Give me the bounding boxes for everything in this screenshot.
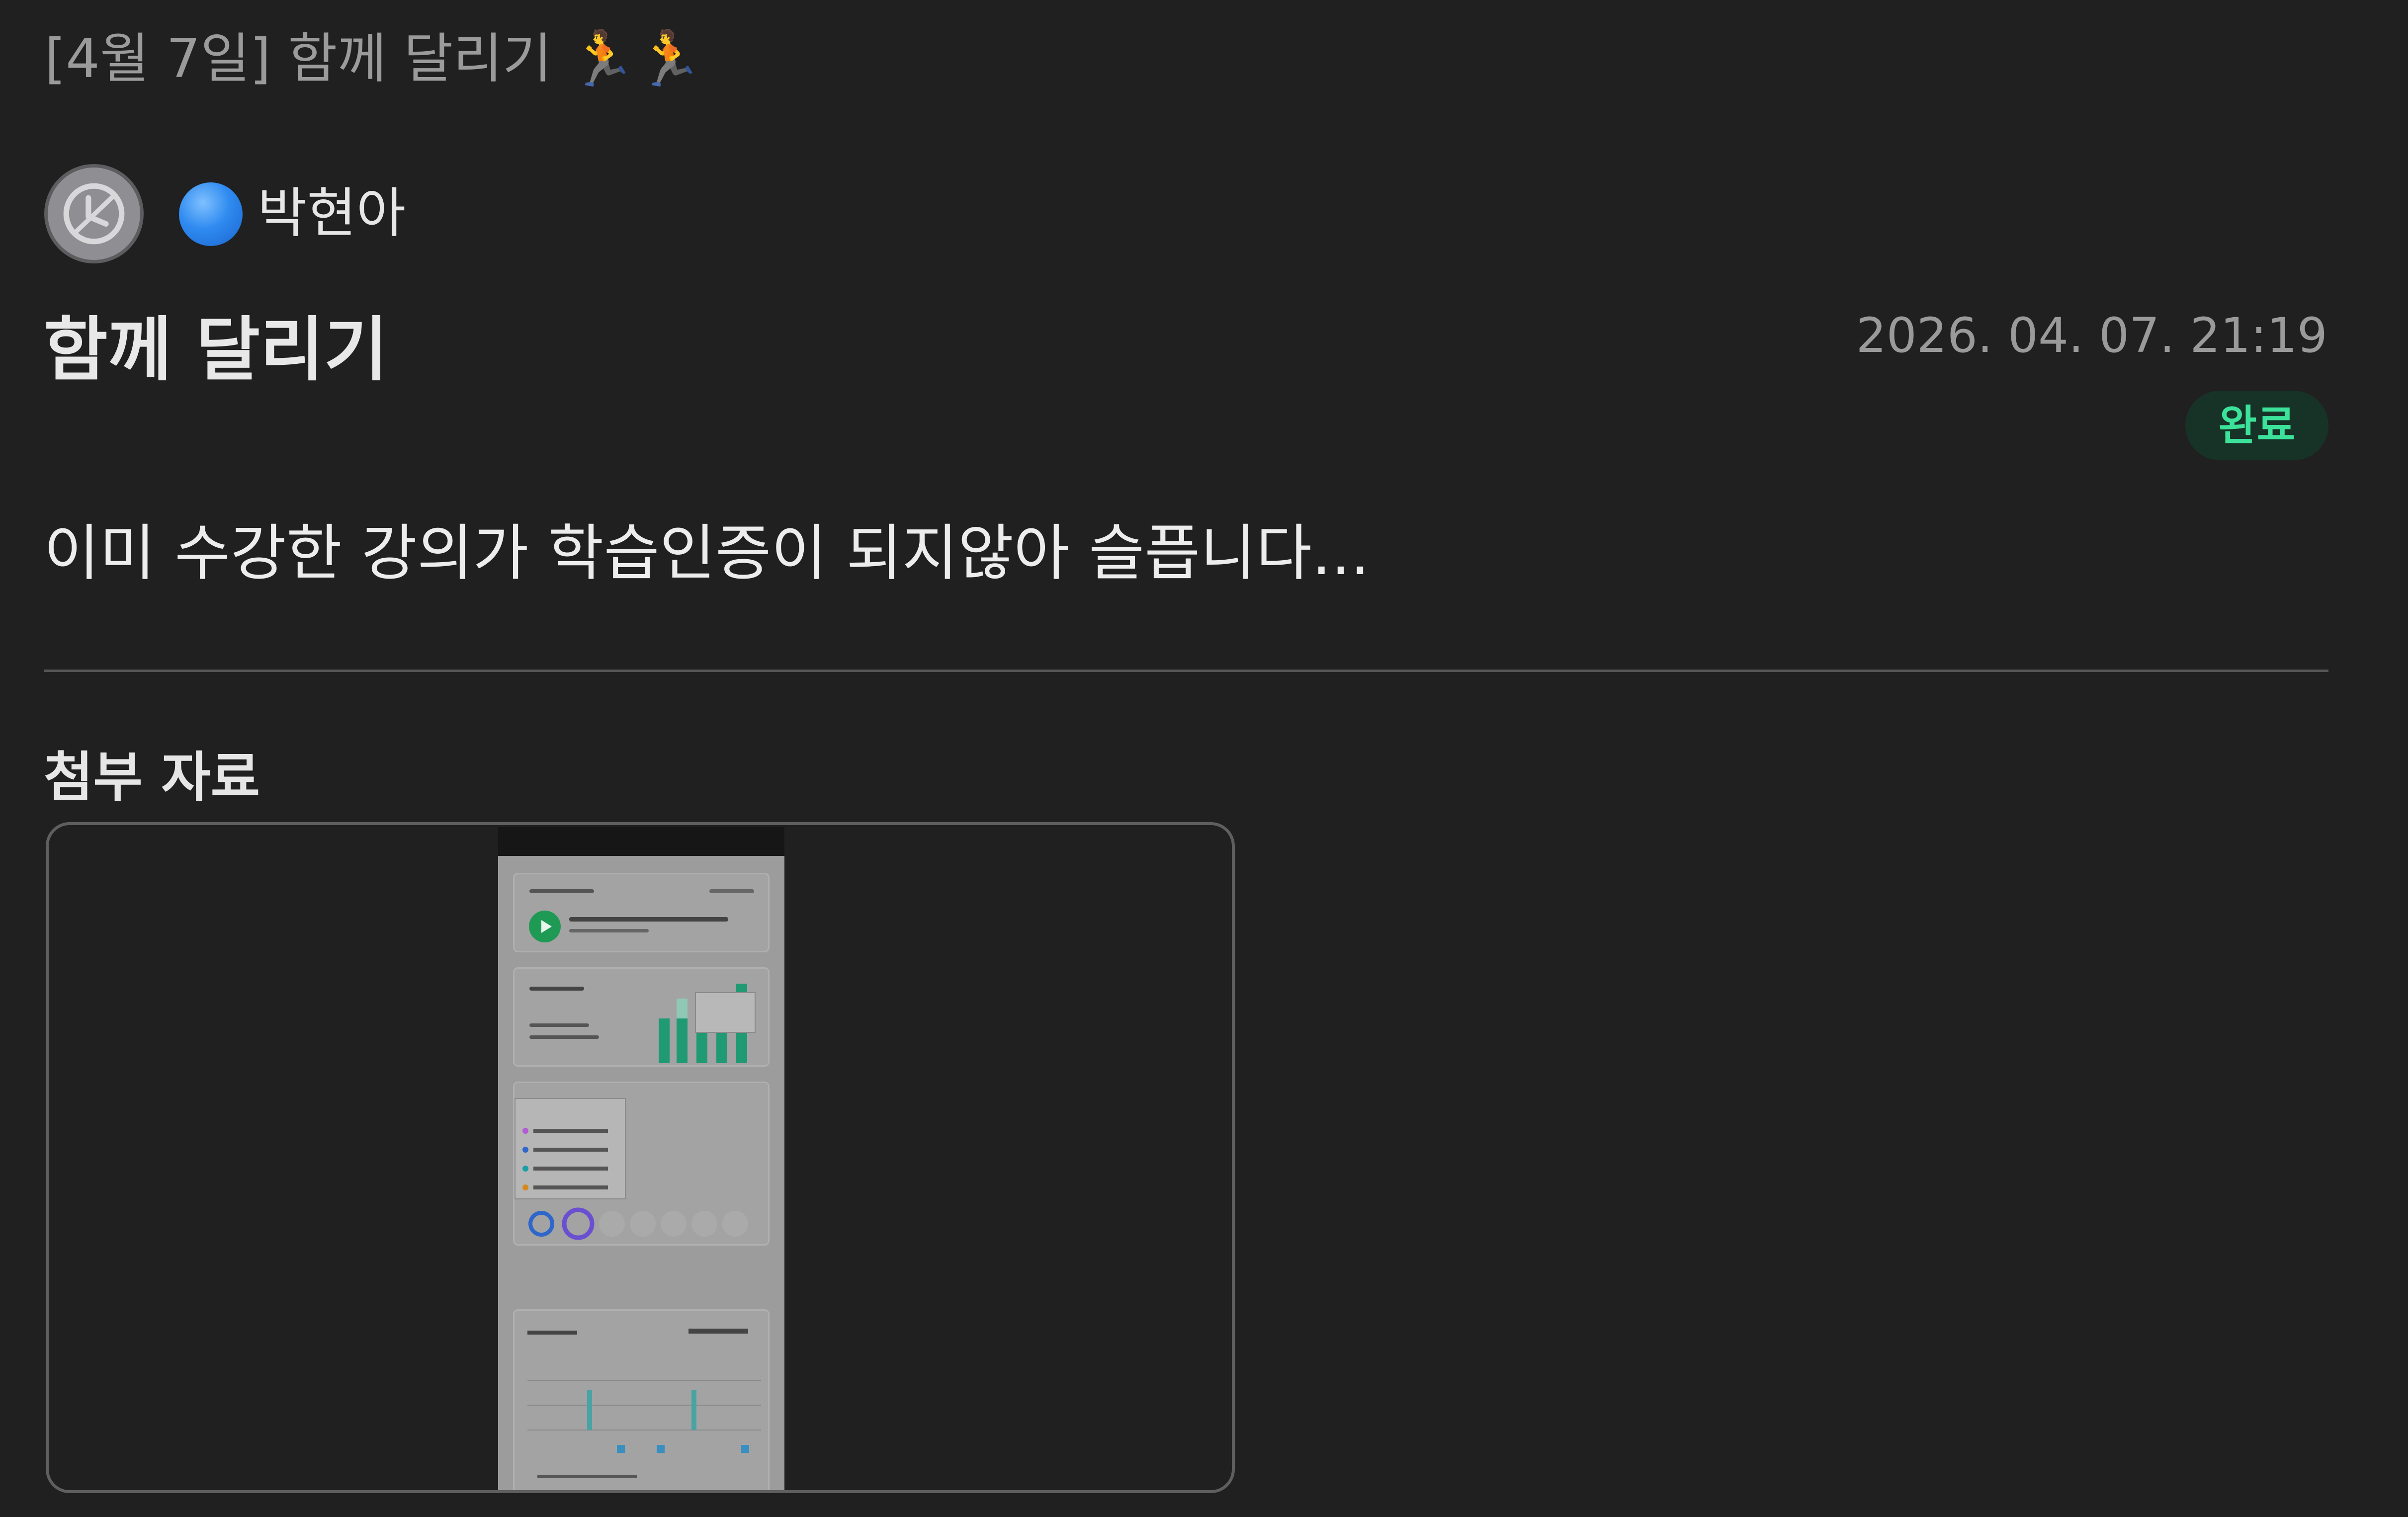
play-icon [529,911,561,942]
thumbnail-card-calendar [513,1309,770,1490]
attachments-heading: 첨부 자료 [44,747,260,809]
author-name[interactable]: 박현아 [258,174,406,253]
attachment-card[interactable] [46,822,1235,1493]
status-badge: 완료 [2185,391,2328,460]
thumbnail-progress-rings [528,1207,748,1240]
thumbnail-status-bar [498,827,784,856]
thumbnail-activity-grid [527,1380,761,1478]
blue-circle-icon [179,182,243,246]
thumbnail-card-recent [513,873,770,952]
thumbnail-card-chart [513,967,770,1067]
thumbnail-card-study [513,1082,770,1246]
post-body: 이미 수강한 강의가 학습인증이 되지않아 슬픕니다... [44,518,1370,589]
divider [44,670,2328,672]
profile-placeholder-icon [63,183,125,245]
post-title: 함께 달리기 [44,310,388,391]
attachment-thumbnail[interactable] [498,827,784,1490]
breadcrumb[interactable]: [4월 7일] 함께 달리기 🏃🏃 [45,22,702,96]
avatar[interactable] [44,164,144,263]
thumbnail-bar-chart [659,984,756,1063]
post-timestamp: 2026. 04. 07. 21:19 [1856,308,2327,363]
post-detail-page: [4월 7일] 함께 달리기 🏃🏃 박현아 함께 달리기 2026. 04. 0… [0,0,2408,1517]
